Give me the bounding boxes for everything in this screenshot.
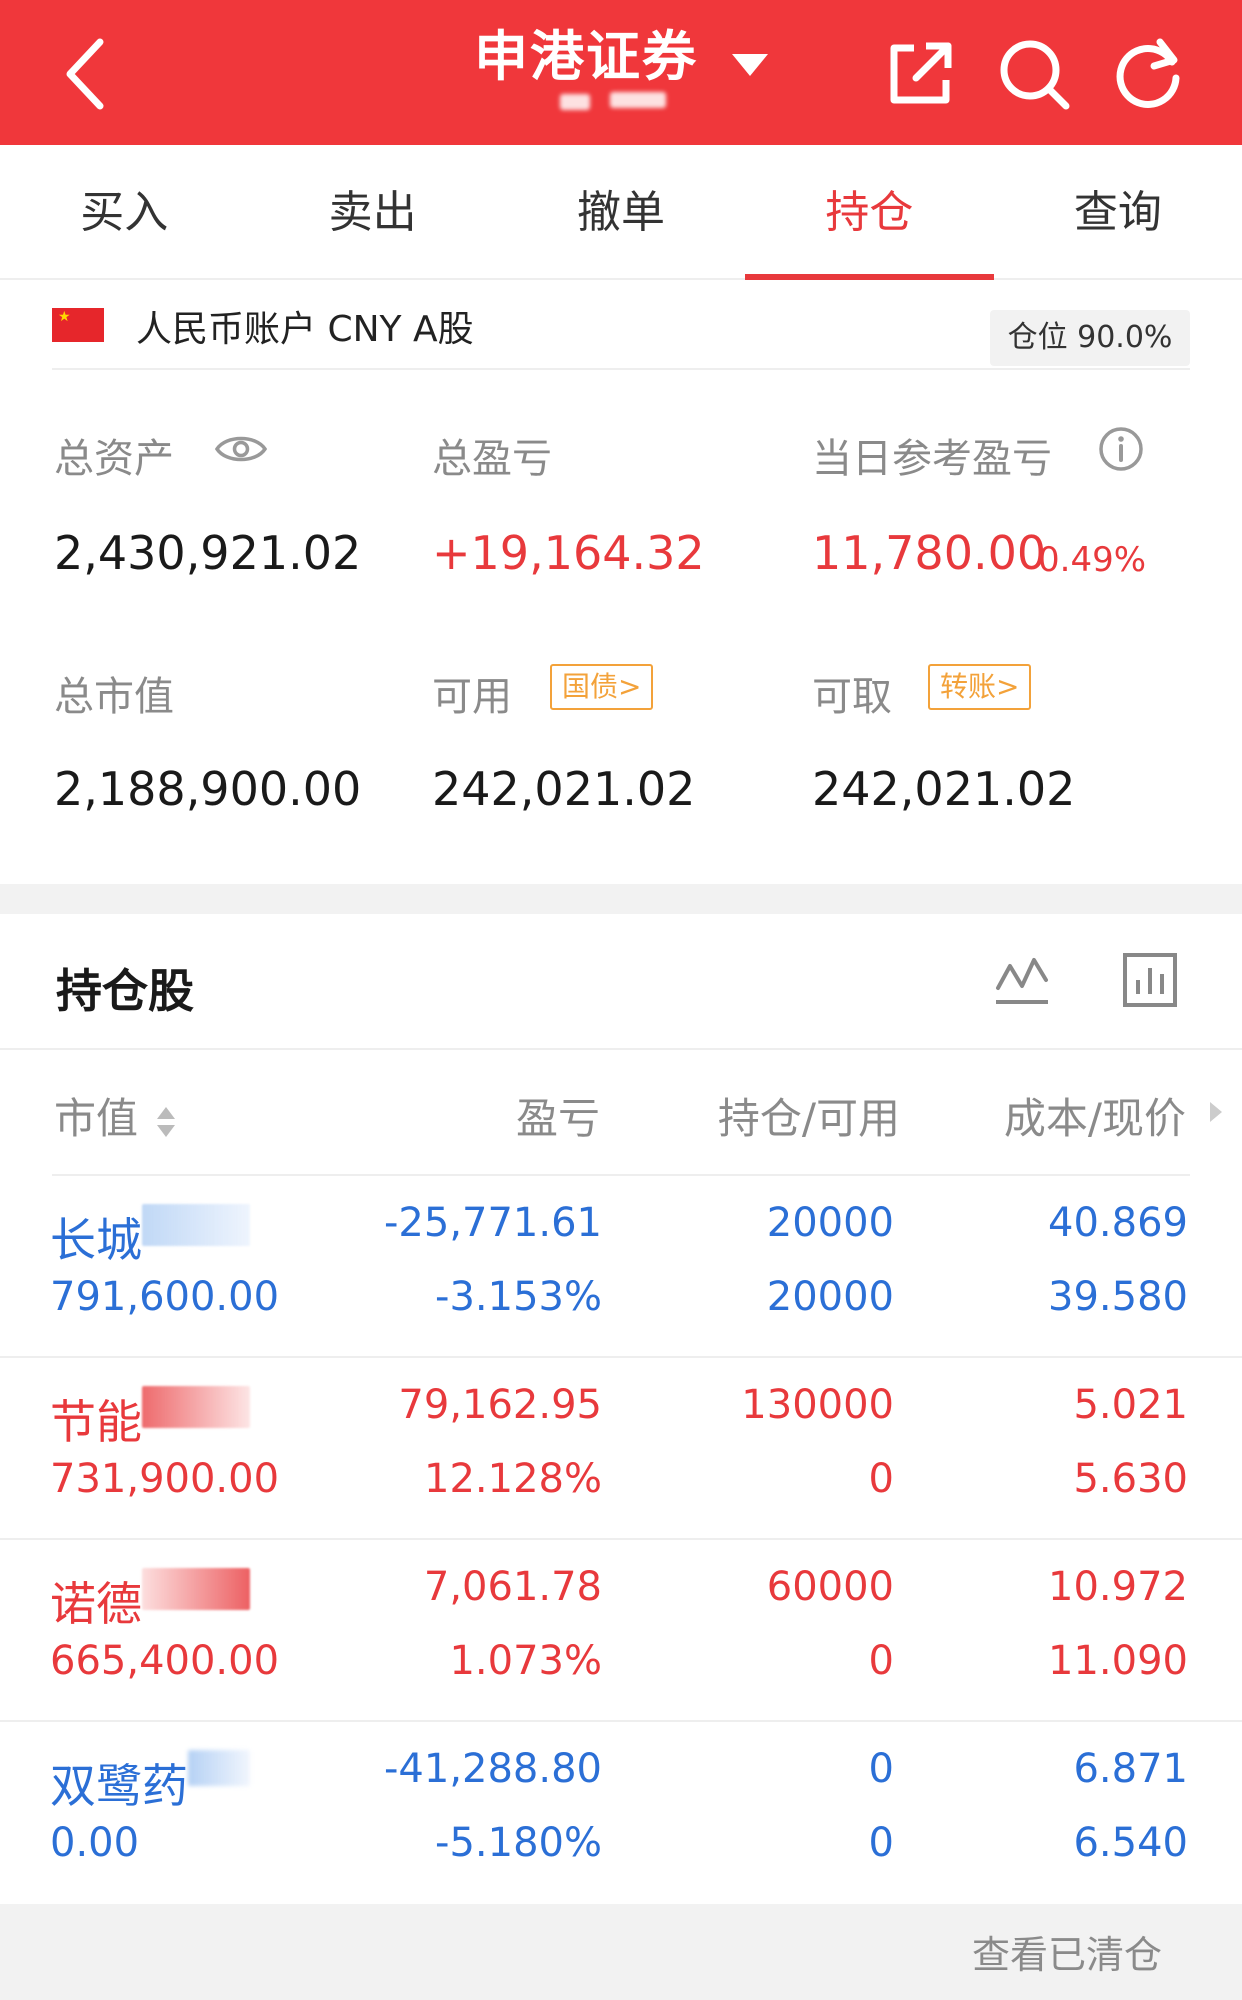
withdrawable-label: 可取 (812, 674, 892, 720)
tab-sell[interactable]: 卖出 (248, 145, 496, 278)
stock-name: 诺德 (50, 1568, 250, 1634)
trade-tabs: 买入 卖出 撤单 持仓 查询 (0, 145, 1242, 280)
total-assets-label: 总资产 (54, 436, 174, 482)
stock-cost: 5.021 (1073, 1382, 1188, 1428)
daily-pnl-label: 当日参考盈亏 (812, 436, 1052, 482)
column-market-value-label: 市值 (54, 1094, 139, 1143)
stock-price: 11.090 (1048, 1638, 1188, 1684)
scroll-right-icon[interactable] (1208, 1100, 1224, 1124)
stock-price: 6.540 (1073, 1820, 1188, 1866)
stock-name: 节能 (50, 1386, 250, 1452)
stock-pnl: 79,162.95 (398, 1382, 602, 1428)
section-gap (0, 884, 1242, 914)
tab-holdings[interactable]: 持仓 (745, 145, 995, 280)
account-row: ★ 人民币账户 CNY A股 仓位 90.0% (52, 280, 1190, 370)
stock-pnl-percent: 12.128% (424, 1456, 602, 1502)
holdings-divider (0, 1048, 1242, 1050)
stock-position: 0 (868, 1746, 894, 1792)
daily-pnl-value: 11,780.00 (812, 526, 1047, 580)
daily-pnl-percent: 0.49% (1038, 540, 1147, 580)
stock-pnl-percent: 1.073% (449, 1638, 602, 1684)
stock-price: 39.580 (1048, 1274, 1188, 1320)
column-market-value[interactable]: 市值 (54, 1085, 177, 1146)
footer-bar: 查看已清仓 (0, 1904, 1242, 2000)
stock-pnl-percent: -3.153% (435, 1274, 602, 1320)
app-header: 申港证券 (0, 0, 1242, 145)
stock-position: 20000 (766, 1200, 894, 1246)
stock-market-value: 791,600.00 (50, 1274, 280, 1320)
available-value: 242,021.02 (432, 762, 696, 816)
holding-row[interactable]: 诺德 665,400.00 7,061.78 1.073% 60000 0 10… (0, 1540, 1242, 1722)
name-mask (142, 1204, 250, 1246)
column-pnl[interactable]: 盈亏 (300, 1085, 600, 1146)
stock-available: 0 (868, 1456, 894, 1502)
name-mask (188, 1750, 250, 1786)
account-number-masked (560, 88, 680, 118)
account-label: 人民币账户 CNY A股 (136, 309, 474, 350)
refresh-icon[interactable] (1108, 34, 1188, 114)
stock-pnl: -25,771.61 (383, 1200, 602, 1246)
stock-position: 60000 (766, 1564, 894, 1610)
view-cleared-link[interactable]: 查看已清仓 (972, 1924, 1162, 1979)
column-cost-price[interactable]: 成本/现价 (880, 1085, 1186, 1146)
stock-name: 双鹭药 (50, 1750, 250, 1816)
stock-cost: 10.972 (1048, 1564, 1188, 1610)
stock-market-value: 731,900.00 (50, 1456, 280, 1502)
name-mask (142, 1568, 250, 1610)
available-label: 可用 (432, 674, 512, 720)
eye-icon[interactable] (214, 432, 268, 466)
total-assets-value: 2,430,921.02 (54, 526, 362, 580)
stock-available: 0 (868, 1638, 894, 1684)
stock-available: 0 (868, 1820, 894, 1866)
share-icon[interactable] (880, 34, 960, 114)
stock-name: 长城 (50, 1204, 250, 1270)
stock-pnl: -41,288.80 (383, 1746, 602, 1792)
tab-query[interactable]: 查询 (994, 145, 1242, 278)
stock-pnl-percent: -5.180% (435, 1820, 602, 1866)
withdrawable-value: 242,021.02 (812, 762, 1076, 816)
stock-cost: 40.869 (1048, 1200, 1188, 1246)
total-pnl-value: +19,164.32 (432, 526, 705, 580)
position-ratio-badge: 仓位 90.0% (990, 310, 1190, 366)
sort-icon (157, 1106, 176, 1137)
market-value-value: 2,188,900.00 (54, 762, 362, 816)
tab-cancel[interactable]: 撤单 (497, 145, 745, 278)
search-icon[interactable] (994, 34, 1074, 114)
stock-position: 130000 (741, 1382, 894, 1428)
stock-market-value: 0.00 (50, 1820, 140, 1866)
holdings-title: 持仓股 (56, 964, 194, 1018)
stock-available: 20000 (766, 1274, 894, 1320)
transfer-button[interactable]: 转账> (928, 664, 1032, 710)
stock-cost: 6.871 (1073, 1746, 1188, 1792)
treasury-bond-button[interactable]: 国债> (550, 664, 654, 710)
stock-market-value: 665,400.00 (50, 1638, 280, 1684)
broker-title: 申港证券 (474, 25, 698, 88)
china-flag-icon: ★ (52, 308, 104, 342)
trend-chart-icon[interactable] (992, 950, 1052, 1010)
total-pnl-label: 总盈亏 (432, 436, 552, 482)
stock-pnl: 7,061.78 (423, 1564, 602, 1610)
market-value-label: 总市值 (54, 674, 174, 720)
column-position[interactable]: 持仓/可用 (600, 1085, 900, 1146)
stock-price: 5.630 (1073, 1456, 1188, 1502)
info-icon[interactable] (1098, 426, 1144, 472)
name-mask (142, 1386, 250, 1428)
holding-row[interactable]: 节能 731,900.00 79,162.95 12.128% 130000 0… (0, 1358, 1242, 1540)
tab-buy[interactable]: 买入 (0, 145, 248, 278)
holding-row[interactable]: 长城 791,600.00 -25,771.61 -3.153% 20000 2… (0, 1176, 1242, 1358)
bar-chart-icon[interactable] (1120, 950, 1180, 1010)
holding-row[interactable]: 双鹭药 0.00 -41,288.80 -5.180% 0 0 6.871 6.… (0, 1722, 1242, 1904)
caret-down-icon (732, 53, 768, 76)
